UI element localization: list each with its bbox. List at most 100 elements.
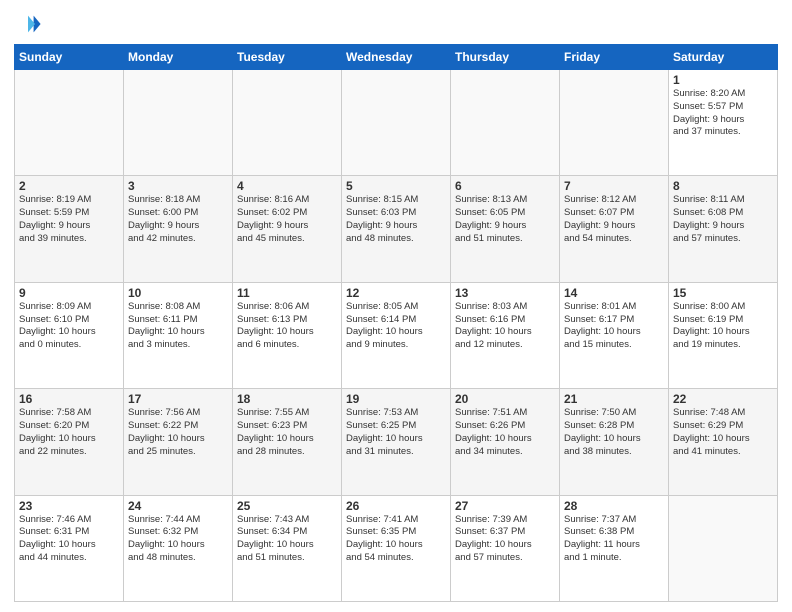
- week-row-5: 23Sunrise: 7:46 AM Sunset: 6:31 PM Dayli…: [15, 495, 778, 601]
- week-row-1: 1Sunrise: 8:20 AM Sunset: 5:57 PM Daylig…: [15, 70, 778, 176]
- day-number: 22: [673, 392, 773, 406]
- calendar-cell-1-2: [124, 70, 233, 176]
- day-info: Sunrise: 7:41 AM Sunset: 6:35 PM Dayligh…: [346, 514, 446, 565]
- calendar-cell-5-1: 23Sunrise: 7:46 AM Sunset: 6:31 PM Dayli…: [15, 495, 124, 601]
- day-number: 25: [237, 499, 337, 513]
- calendar-cell-3-2: 10Sunrise: 8:08 AM Sunset: 6:11 PM Dayli…: [124, 282, 233, 388]
- day-info: Sunrise: 8:15 AM Sunset: 6:03 PM Dayligh…: [346, 194, 446, 245]
- calendar-cell-2-1: 2Sunrise: 8:19 AM Sunset: 5:59 PM Daylig…: [15, 176, 124, 282]
- day-number: 24: [128, 499, 228, 513]
- day-number: 26: [346, 499, 446, 513]
- day-number: 14: [564, 286, 664, 300]
- weekday-header-wednesday: Wednesday: [342, 45, 451, 70]
- day-info: Sunrise: 7:55 AM Sunset: 6:23 PM Dayligh…: [237, 407, 337, 458]
- day-number: 1: [673, 73, 773, 87]
- day-info: Sunrise: 8:03 AM Sunset: 6:16 PM Dayligh…: [455, 301, 555, 352]
- calendar-cell-5-6: 28Sunrise: 7:37 AM Sunset: 6:38 PM Dayli…: [560, 495, 669, 601]
- calendar-cell-1-6: [560, 70, 669, 176]
- calendar-cell-4-5: 20Sunrise: 7:51 AM Sunset: 6:26 PM Dayli…: [451, 389, 560, 495]
- logo: [14, 10, 46, 38]
- calendar-cell-2-2: 3Sunrise: 8:18 AM Sunset: 6:00 PM Daylig…: [124, 176, 233, 282]
- day-info: Sunrise: 7:56 AM Sunset: 6:22 PM Dayligh…: [128, 407, 228, 458]
- calendar-cell-3-4: 12Sunrise: 8:05 AM Sunset: 6:14 PM Dayli…: [342, 282, 451, 388]
- calendar-cell-1-3: [233, 70, 342, 176]
- day-info: Sunrise: 8:09 AM Sunset: 6:10 PM Dayligh…: [19, 301, 119, 352]
- calendar-cell-4-1: 16Sunrise: 7:58 AM Sunset: 6:20 PM Dayli…: [15, 389, 124, 495]
- day-number: 5: [346, 179, 446, 193]
- day-number: 10: [128, 286, 228, 300]
- day-info: Sunrise: 8:18 AM Sunset: 6:00 PM Dayligh…: [128, 194, 228, 245]
- day-number: 27: [455, 499, 555, 513]
- day-info: Sunrise: 7:48 AM Sunset: 6:29 PM Dayligh…: [673, 407, 773, 458]
- calendar-cell-2-5: 6Sunrise: 8:13 AM Sunset: 6:05 PM Daylig…: [451, 176, 560, 282]
- day-number: 8: [673, 179, 773, 193]
- day-info: Sunrise: 7:58 AM Sunset: 6:20 PM Dayligh…: [19, 407, 119, 458]
- day-info: Sunrise: 7:44 AM Sunset: 6:32 PM Dayligh…: [128, 514, 228, 565]
- calendar-cell-2-7: 8Sunrise: 8:11 AM Sunset: 6:08 PM Daylig…: [669, 176, 778, 282]
- day-info: Sunrise: 8:00 AM Sunset: 6:19 PM Dayligh…: [673, 301, 773, 352]
- calendar-cell-5-7: [669, 495, 778, 601]
- week-row-3: 9Sunrise: 8:09 AM Sunset: 6:10 PM Daylig…: [15, 282, 778, 388]
- day-number: 17: [128, 392, 228, 406]
- day-number: 11: [237, 286, 337, 300]
- calendar-cell-2-4: 5Sunrise: 8:15 AM Sunset: 6:03 PM Daylig…: [342, 176, 451, 282]
- weekday-header-friday: Friday: [560, 45, 669, 70]
- day-info: Sunrise: 7:51 AM Sunset: 6:26 PM Dayligh…: [455, 407, 555, 458]
- day-info: Sunrise: 8:13 AM Sunset: 6:05 PM Dayligh…: [455, 194, 555, 245]
- day-info: Sunrise: 7:43 AM Sunset: 6:34 PM Dayligh…: [237, 514, 337, 565]
- day-info: Sunrise: 8:06 AM Sunset: 6:13 PM Dayligh…: [237, 301, 337, 352]
- calendar-cell-3-5: 13Sunrise: 8:03 AM Sunset: 6:16 PM Dayli…: [451, 282, 560, 388]
- day-number: 28: [564, 499, 664, 513]
- weekday-header-thursday: Thursday: [451, 45, 560, 70]
- day-info: Sunrise: 7:53 AM Sunset: 6:25 PM Dayligh…: [346, 407, 446, 458]
- calendar-cell-5-5: 27Sunrise: 7:39 AM Sunset: 6:37 PM Dayli…: [451, 495, 560, 601]
- calendar-cell-4-2: 17Sunrise: 7:56 AM Sunset: 6:22 PM Dayli…: [124, 389, 233, 495]
- day-number: 12: [346, 286, 446, 300]
- day-number: 9: [19, 286, 119, 300]
- calendar-cell-1-1: [15, 70, 124, 176]
- day-number: 4: [237, 179, 337, 193]
- day-info: Sunrise: 7:46 AM Sunset: 6:31 PM Dayligh…: [19, 514, 119, 565]
- header: [14, 10, 778, 38]
- calendar-cell-3-6: 14Sunrise: 8:01 AM Sunset: 6:17 PM Dayli…: [560, 282, 669, 388]
- day-info: Sunrise: 8:20 AM Sunset: 5:57 PM Dayligh…: [673, 88, 773, 139]
- day-info: Sunrise: 7:37 AM Sunset: 6:38 PM Dayligh…: [564, 514, 664, 565]
- day-number: 18: [237, 392, 337, 406]
- day-info: Sunrise: 8:08 AM Sunset: 6:11 PM Dayligh…: [128, 301, 228, 352]
- day-info: Sunrise: 8:05 AM Sunset: 6:14 PM Dayligh…: [346, 301, 446, 352]
- calendar-cell-5-3: 25Sunrise: 7:43 AM Sunset: 6:34 PM Dayli…: [233, 495, 342, 601]
- day-info: Sunrise: 8:16 AM Sunset: 6:02 PM Dayligh…: [237, 194, 337, 245]
- weekday-header-monday: Monday: [124, 45, 233, 70]
- calendar-cell-2-6: 7Sunrise: 8:12 AM Sunset: 6:07 PM Daylig…: [560, 176, 669, 282]
- day-number: 19: [346, 392, 446, 406]
- calendar-cell-3-3: 11Sunrise: 8:06 AM Sunset: 6:13 PM Dayli…: [233, 282, 342, 388]
- calendar-table: SundayMondayTuesdayWednesdayThursdayFrid…: [14, 44, 778, 602]
- calendar-cell-2-3: 4Sunrise: 8:16 AM Sunset: 6:02 PM Daylig…: [233, 176, 342, 282]
- day-number: 15: [673, 286, 773, 300]
- day-number: 13: [455, 286, 555, 300]
- day-number: 7: [564, 179, 664, 193]
- calendar-cell-4-7: 22Sunrise: 7:48 AM Sunset: 6:29 PM Dayli…: [669, 389, 778, 495]
- calendar-cell-4-4: 19Sunrise: 7:53 AM Sunset: 6:25 PM Dayli…: [342, 389, 451, 495]
- day-number: 3: [128, 179, 228, 193]
- calendar-cell-5-4: 26Sunrise: 7:41 AM Sunset: 6:35 PM Dayli…: [342, 495, 451, 601]
- day-number: 21: [564, 392, 664, 406]
- calendar-cell-4-3: 18Sunrise: 7:55 AM Sunset: 6:23 PM Dayli…: [233, 389, 342, 495]
- day-number: 6: [455, 179, 555, 193]
- calendar-cell-1-7: 1Sunrise: 8:20 AM Sunset: 5:57 PM Daylig…: [669, 70, 778, 176]
- day-number: 23: [19, 499, 119, 513]
- calendar-cell-4-6: 21Sunrise: 7:50 AM Sunset: 6:28 PM Dayli…: [560, 389, 669, 495]
- weekday-header-sunday: Sunday: [15, 45, 124, 70]
- weekday-header-saturday: Saturday: [669, 45, 778, 70]
- day-info: Sunrise: 8:12 AM Sunset: 6:07 PM Dayligh…: [564, 194, 664, 245]
- week-row-4: 16Sunrise: 7:58 AM Sunset: 6:20 PM Dayli…: [15, 389, 778, 495]
- calendar-cell-3-1: 9Sunrise: 8:09 AM Sunset: 6:10 PM Daylig…: [15, 282, 124, 388]
- calendar-cell-3-7: 15Sunrise: 8:00 AM Sunset: 6:19 PM Dayli…: [669, 282, 778, 388]
- day-info: Sunrise: 7:50 AM Sunset: 6:28 PM Dayligh…: [564, 407, 664, 458]
- logo-icon: [14, 10, 42, 38]
- weekday-header-row: SundayMondayTuesdayWednesdayThursdayFrid…: [15, 45, 778, 70]
- day-info: Sunrise: 8:01 AM Sunset: 6:17 PM Dayligh…: [564, 301, 664, 352]
- day-info: Sunrise: 8:11 AM Sunset: 6:08 PM Dayligh…: [673, 194, 773, 245]
- weekday-header-tuesday: Tuesday: [233, 45, 342, 70]
- page: SundayMondayTuesdayWednesdayThursdayFrid…: [0, 0, 792, 612]
